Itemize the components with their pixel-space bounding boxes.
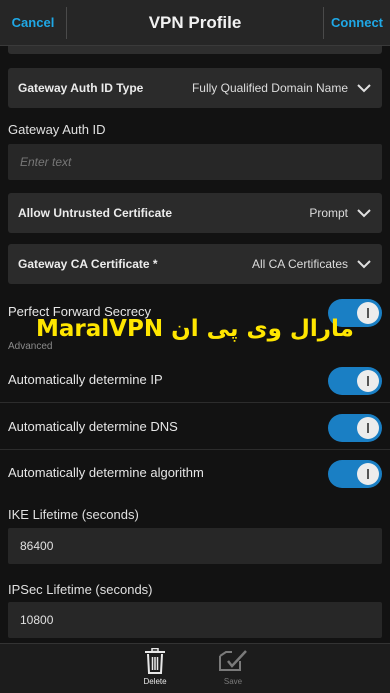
- auto-algorithm-row: Automatically determine algorithm: [0, 450, 390, 496]
- gateway-auth-id-label: Gateway Auth ID: [8, 122, 106, 137]
- toggle-label: Automatically determine IP: [8, 372, 163, 387]
- connect-button[interactable]: Connect: [324, 0, 390, 46]
- auto-ip-row: Automatically determine IP: [0, 357, 390, 403]
- auto-algorithm-toggle[interactable]: [328, 460, 382, 488]
- gateway-auth-id-type-dropdown[interactable]: Gateway Auth ID Type Fully Qualified Dom…: [8, 68, 382, 108]
- toggle-knob: [357, 302, 379, 324]
- watermark-text: MaralVPN مارال وی پی ان: [36, 316, 354, 342]
- auto-ip-toggle[interactable]: [328, 367, 382, 395]
- chevron-down-icon: [357, 84, 371, 93]
- advanced-section-label: Advanced: [8, 341, 53, 352]
- previous-field-edge: [8, 46, 382, 54]
- ipsec-lifetime-label: IPSec Lifetime (seconds): [8, 582, 153, 597]
- chevron-down-icon: [357, 260, 371, 269]
- trash-icon: [145, 648, 165, 674]
- ike-lifetime-input[interactable]: 86400: [8, 528, 382, 564]
- save-icon: [219, 650, 247, 671]
- gateway-auth-id-input[interactable]: Enter text: [8, 144, 382, 180]
- action-bar: Delete Save: [0, 643, 390, 693]
- cancel-button[interactable]: Cancel: [0, 0, 66, 46]
- toggle-knob: [357, 463, 379, 485]
- dropdown-label: Gateway CA Certificate *: [18, 257, 158, 271]
- dropdown-value: Fully Qualified Domain Name: [191, 81, 348, 95]
- ike-lifetime-label: IKE Lifetime (seconds): [8, 507, 139, 522]
- auto-dns-row: Automatically determine DNS: [0, 404, 390, 450]
- title-bar: Cancel VPN Profile Connect: [0, 0, 390, 46]
- toggle-label: Automatically determine DNS: [8, 419, 178, 434]
- toggle-knob: [357, 370, 379, 392]
- auto-dns-toggle[interactable]: [328, 414, 382, 442]
- delete-button[interactable]: Delete: [125, 648, 185, 692]
- dropdown-label: Allow Untrusted Certificate: [18, 206, 173, 220]
- toggle-label: Automatically determine algorithm: [8, 465, 204, 480]
- allow-untrusted-certificate-dropdown[interactable]: Allow Untrusted Certificate Prompt: [8, 193, 382, 233]
- delete-label: Delete: [143, 677, 167, 686]
- save-label: Save: [223, 677, 243, 686]
- dropdown-value: Prompt: [309, 206, 348, 220]
- toggle-knob: [357, 417, 379, 439]
- save-button[interactable]: Save: [203, 648, 263, 692]
- dropdown-label: Gateway Auth ID Type: [18, 81, 144, 95]
- gateway-ca-certificate-dropdown[interactable]: Gateway CA Certificate * All CA Certific…: [8, 244, 382, 284]
- ipsec-lifetime-input[interactable]: 10800: [8, 602, 382, 638]
- page-title: VPN Profile: [148, 13, 242, 32]
- dropdown-value: All CA Certificates: [251, 257, 348, 271]
- chevron-down-icon: [357, 209, 371, 218]
